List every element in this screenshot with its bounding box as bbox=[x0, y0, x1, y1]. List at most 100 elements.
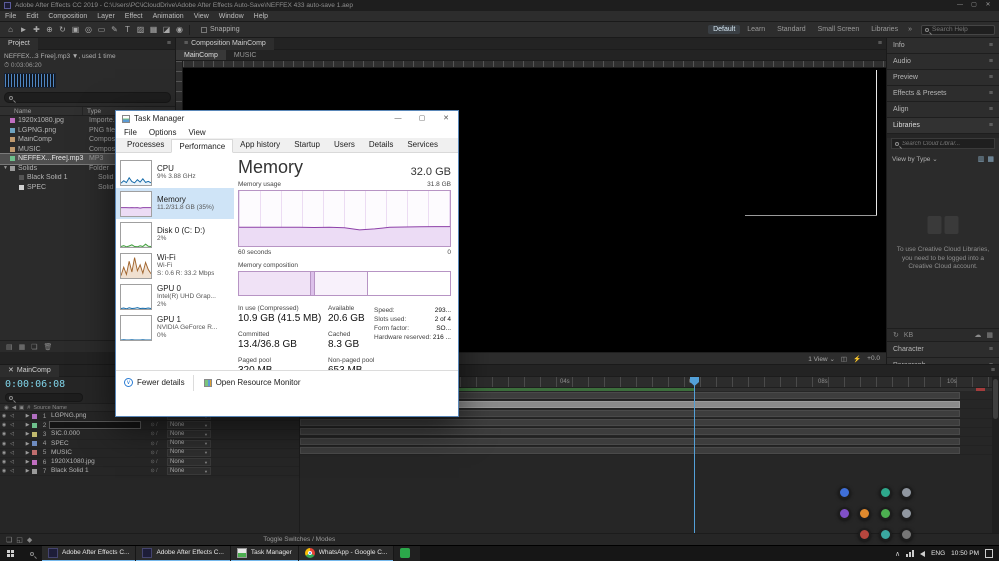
delete-icon[interactable]: 🗑 bbox=[44, 343, 53, 351]
layer-duration-bar[interactable] bbox=[300, 437, 960, 445]
ae-menu-item[interactable]: Effect bbox=[120, 11, 148, 22]
layer-switches[interactable]: ⊙ / bbox=[141, 450, 167, 456]
open-resource-monitor-link[interactable]: Open Resource Monitor bbox=[194, 378, 311, 387]
current-time-indicator[interactable] bbox=[694, 377, 695, 533]
twirl-icon[interactable]: ▶ bbox=[24, 468, 31, 474]
speaker-icon[interactable] bbox=[920, 550, 926, 557]
eye-icon[interactable]: ◉ bbox=[0, 431, 8, 437]
panel-menu-icon[interactable]: ≡ bbox=[989, 90, 993, 97]
panel-menu-icon[interactable]: ≡ bbox=[163, 40, 175, 47]
panel-header[interactable]: Character ≡ bbox=[887, 342, 999, 358]
grid-view-icon[interactable]: ▥ bbox=[978, 155, 985, 163]
layer-duration-bar[interactable] bbox=[300, 446, 960, 454]
list-view-icon[interactable]: ▦ bbox=[987, 155, 994, 163]
pixel-aspect-icon[interactable]: ◫ bbox=[841, 355, 847, 363]
fewer-details-button[interactable]: ∨ Fewer details bbox=[116, 371, 193, 394]
layer-name[interactable]: SPEC bbox=[49, 440, 141, 448]
audio-icon[interactable]: ◁ bbox=[8, 468, 16, 474]
toggle-switches-modes-button[interactable]: Toggle Switches / Modes bbox=[263, 536, 335, 543]
timeline-layer-row[interactable]: ◉ ◁ ▶ 4 SPEC ⊙ / None ▼ bbox=[0, 439, 299, 449]
search-help-box[interactable]: Search Help bbox=[921, 24, 995, 35]
panel-menu-icon[interactable]: ≡ bbox=[989, 106, 993, 113]
tm-tab[interactable]: Users bbox=[327, 138, 362, 152]
floating-dot[interactable] bbox=[900, 507, 913, 520]
panel-menu-icon[interactable]: ≡ bbox=[989, 74, 993, 81]
twirl-icon[interactable]: ▶ bbox=[24, 431, 31, 437]
tool-icon[interactable]: ▭ bbox=[95, 22, 108, 38]
layer-parent-dropdown[interactable]: None▼ bbox=[167, 467, 211, 476]
layer-switches[interactable]: ⊙ / bbox=[141, 441, 167, 447]
panel-header[interactable]: Effects & Presets ≡ bbox=[887, 86, 999, 102]
taskbar-app-button[interactable]: Adobe After Effects C... bbox=[136, 545, 230, 561]
memory-usage-graph[interactable] bbox=[238, 190, 451, 247]
taskbar-app-button[interactable] bbox=[394, 545, 421, 561]
taskbar-app-button[interactable]: Task Manager bbox=[230, 545, 298, 561]
layer-name[interactable]: Black Solid 1 bbox=[49, 467, 141, 475]
tm-tab[interactable]: Performance bbox=[171, 139, 234, 153]
exposure-value[interactable]: +0.0 bbox=[867, 355, 880, 362]
timeline-layer-row[interactable]: ◉ ◁ ▶ 5 MUSIC ⊙ / None ▼ bbox=[0, 448, 299, 458]
label-color-chip[interactable] bbox=[10, 165, 15, 171]
audio-column-icon[interactable]: ◀ bbox=[12, 405, 16, 411]
eye-icon[interactable]: ◉ bbox=[0, 422, 8, 428]
ae-menu-item[interactable]: Animation bbox=[148, 11, 189, 22]
tool-icon[interactable]: ▦ bbox=[147, 22, 160, 38]
twirl-icon[interactable]: ▶ bbox=[24, 422, 31, 428]
ae-menu-item[interactable]: Window bbox=[214, 11, 249, 22]
expand-layers-icon[interactable]: ❏ bbox=[6, 536, 12, 544]
tool-icon[interactable]: ◉ bbox=[173, 22, 186, 38]
timeline-vertical-scrollbar[interactable] bbox=[992, 377, 999, 533]
layer-color-chip[interactable] bbox=[32, 459, 37, 465]
timeline-layer-row[interactable]: ◉ ◁ ▶ 6 1920X1080.jpg ⊙ / None ▼ bbox=[0, 458, 299, 468]
tm-tab[interactable]: Processes bbox=[120, 138, 171, 152]
layer-parent-dropdown[interactable]: None▼ bbox=[167, 439, 211, 448]
audio-icon[interactable]: ◁ bbox=[8, 441, 16, 447]
eye-icon[interactable]: ◉ bbox=[0, 450, 8, 456]
layer-switches[interactable]: ⊙ / bbox=[141, 422, 167, 428]
layer-switches[interactable]: ⊙ / bbox=[141, 459, 167, 465]
layer-color-chip[interactable] bbox=[32, 431, 37, 437]
tm-tab[interactable]: Details bbox=[362, 138, 400, 152]
panel-menu-icon[interactable]: ≡ bbox=[989, 42, 993, 49]
floating-dot[interactable] bbox=[858, 528, 871, 541]
tool-icon[interactable]: ⊕ bbox=[43, 22, 56, 38]
panel-menu-icon[interactable]: ≡ bbox=[989, 346, 993, 353]
layer-switches[interactable]: ⊙ / bbox=[141, 431, 167, 437]
start-button[interactable] bbox=[0, 546, 22, 561]
twirl-icon[interactable]: ▶ bbox=[24, 441, 31, 447]
tm-menu-item[interactable]: Options bbox=[143, 128, 183, 137]
panel-header[interactable]: Info ≡ bbox=[887, 38, 999, 54]
layer-color-chip[interactable] bbox=[32, 441, 37, 447]
clock[interactable]: 10:50 PM bbox=[951, 550, 979, 557]
tm-close-button[interactable]: ✕ bbox=[434, 111, 458, 126]
panel-header[interactable]: Audio ≡ bbox=[887, 54, 999, 70]
panel-menu-icon[interactable]: ≡ bbox=[989, 58, 993, 65]
label-color-chip[interactable] bbox=[10, 146, 15, 152]
language-indicator[interactable]: ENG bbox=[931, 550, 945, 557]
taskbar-search-button[interactable] bbox=[22, 546, 42, 561]
floating-dot[interactable] bbox=[879, 507, 892, 520]
label-color-chip[interactable] bbox=[19, 184, 24, 190]
tm-sidebar-item[interactable]: GPU 1 NVIDIA GeForce R... 0% bbox=[116, 312, 234, 343]
timeline-layer-row[interactable]: ◉ ◁ ▶ 7 Black Solid 1 ⊙ / None ▼ bbox=[0, 467, 299, 477]
twirl-icon[interactable]: ▶ bbox=[24, 413, 31, 419]
layer-color-chip[interactable] bbox=[32, 413, 37, 419]
label-color-chip[interactable] bbox=[10, 127, 15, 133]
tm-tab[interactable]: Services bbox=[400, 138, 445, 152]
layer-switches[interactable]: ⊙ / bbox=[141, 468, 167, 474]
layer-name[interactable]: 1920X1080.jpg bbox=[49, 458, 141, 466]
layer-color-chip[interactable] bbox=[32, 422, 37, 428]
taskbar-app-button[interactable]: Adobe After Effects C... bbox=[42, 545, 136, 561]
layer-parent-dropdown[interactable]: None▼ bbox=[167, 421, 211, 430]
layer-parent-dropdown[interactable]: None▼ bbox=[167, 448, 211, 457]
tm-tab[interactable]: App history bbox=[233, 138, 287, 152]
layer-name[interactable] bbox=[49, 421, 141, 430]
tm-sidebar-item[interactable]: Disk 0 (C: D:) 2% bbox=[116, 219, 234, 250]
source-name-column[interactable]: Source Name bbox=[33, 405, 67, 411]
tm-sidebar-item[interactable]: Memory 11.2/31.8 GB (35%) bbox=[116, 188, 234, 219]
tm-menu-item[interactable]: View bbox=[182, 128, 211, 137]
zoom-slider[interactable]: ◆ bbox=[27, 536, 32, 544]
workspace-item[interactable]: Libraries bbox=[866, 25, 903, 34]
zoom-out-icon[interactable]: ◱ bbox=[16, 536, 23, 544]
tab-project[interactable]: Project bbox=[0, 37, 38, 50]
